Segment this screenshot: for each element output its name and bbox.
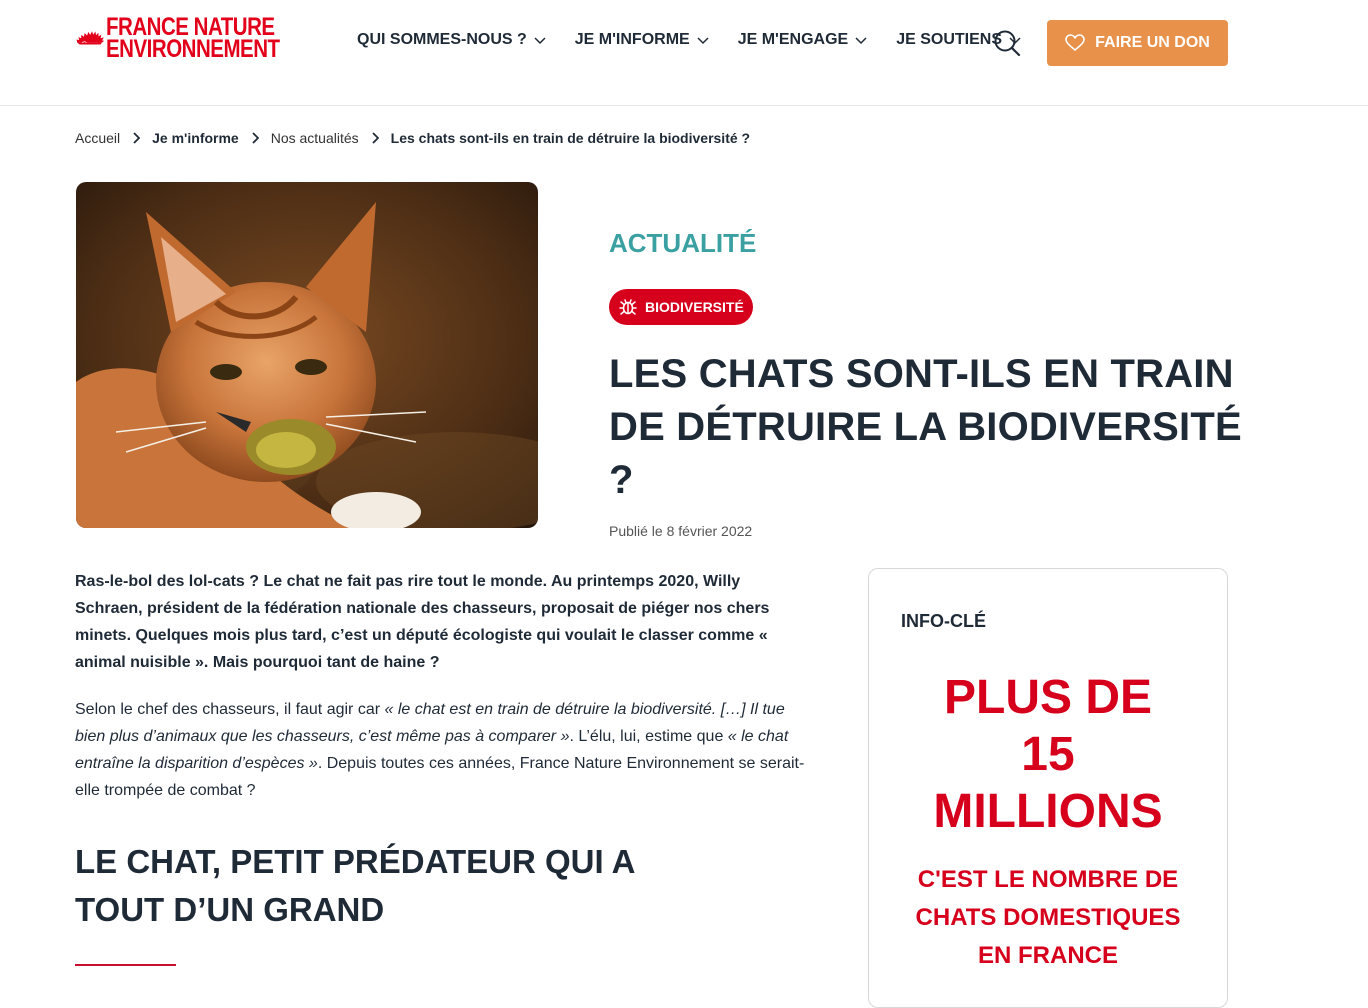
breadcrumb-je-m-informe[interactable]: Je m'informe: [152, 130, 239, 146]
chevron-down-icon: [534, 37, 546, 45]
publish-date: Publié le 8 février 2022: [609, 523, 753, 539]
text-run: . L’élu, lui, estime que: [569, 728, 728, 745]
main-nav: QUI SOMMES-NOUS ? JE M'INFORME JE M'ENGA…: [357, 31, 1050, 49]
article-kicker: ACTUALITÉ: [609, 228, 757, 258]
key-info-figure-line: 15: [1021, 728, 1075, 781]
section-heading: LE CHAT, PETIT PRÉDATEUR QUI A TOUT D’UN…: [75, 843, 635, 928]
search-icon[interactable]: [993, 29, 1021, 57]
hero-image: [76, 182, 538, 528]
breadcrumb-nos-actualites[interactable]: Nos actualités: [271, 130, 359, 146]
key-info-label: INFO-CLÉ: [901, 611, 986, 631]
bug-icon: [619, 299, 637, 315]
site-header: FRANCE NATURE ENVIRONNEMENT QUI SOMMES-N…: [0, 0, 1368, 106]
chevron-right-icon: [372, 132, 379, 144]
nav-item-label: QUI SOMMES-NOUS ?: [357, 31, 527, 48]
logo-wordmark: FRANCE NATURE ENVIRONNEMENT: [106, 15, 280, 63]
breadcrumb: Accueil Je m'informe Nos actualités Les …: [75, 130, 750, 146]
section-divider: [75, 964, 176, 966]
chevron-right-icon: [133, 132, 141, 144]
key-info-desc-line: CHATS DOMESTIQUES: [915, 904, 1181, 931]
article-lead: Ras-le-bol des lol-cats ? Le chat ne fai…: [75, 573, 770, 671]
cat-photo: [76, 182, 538, 528]
article-body: Ras-le-bol des lol-cats ? Le chat ne fai…: [75, 568, 805, 966]
nav-item-label: JE M'ENGAGE: [737, 31, 849, 48]
key-info-figure-line: PLUS DE: [943, 671, 1153, 724]
site-logo[interactable]: FRANCE NATURE ENVIRONNEMENT: [76, 8, 318, 68]
page-title: LES CHATS SONT-ILS EN TRAIN DE DÉTRUIRE …: [609, 352, 1242, 502]
topic-tag-label: BIODIVERSITÉ: [645, 299, 744, 315]
nav-item-qui-sommes-nous[interactable]: QUI SOMMES-NOUS ?: [357, 31, 546, 49]
breadcrumb-current: Les chats sont-ils en train de détruire …: [390, 130, 751, 146]
nav-item-je-m-informe[interactable]: JE M'INFORME: [575, 31, 709, 49]
nav-item-label: JE SOUTIENS: [896, 31, 1003, 48]
topic-tag-biodiversite[interactable]: BIODIVERSITÉ: [609, 289, 753, 325]
key-info-description: C'EST LE NOMBRE DE CHATS DOMESTIQUES EN …: [869, 861, 1227, 975]
breadcrumb-home[interactable]: Accueil: [75, 130, 120, 146]
logo-line-2: ENVIRONNEMENT: [106, 35, 280, 63]
donate-label: FAIRE UN DON: [1095, 34, 1210, 51]
heart-icon: [1065, 34, 1085, 52]
key-info-figure: PLUS DE 15 MILLIONS: [869, 669, 1227, 840]
key-info-figure-line: MILLIONS: [933, 785, 1163, 838]
key-info-desc-line: C'EST LE NOMBRE DE: [917, 866, 1179, 893]
article-paragraph: Selon le chef des chasseurs, il faut agi…: [75, 696, 805, 804]
key-info-card: INFO-CLÉ PLUS DE 15 MILLIONS C'EST LE NO…: [868, 568, 1228, 1008]
nav-item-je-m-engage[interactable]: JE M'ENGAGE: [738, 31, 868, 49]
hedgehog-logo-icon: [76, 31, 105, 45]
nav-item-label: JE M'INFORME: [574, 31, 690, 48]
donate-button[interactable]: FAIRE UN DON: [1047, 20, 1228, 66]
text-run: Selon le chef des chasseurs, il faut agi…: [75, 701, 385, 718]
article-header: ACTUALITÉ BIODIVERSITÉ LES CHATS SONT-IL…: [609, 228, 1249, 539]
chevron-down-icon: [855, 37, 867, 45]
key-info-desc-line: EN FRANCE: [977, 942, 1118, 969]
chevron-right-icon: [252, 132, 259, 144]
chevron-down-icon: [697, 37, 709, 45]
